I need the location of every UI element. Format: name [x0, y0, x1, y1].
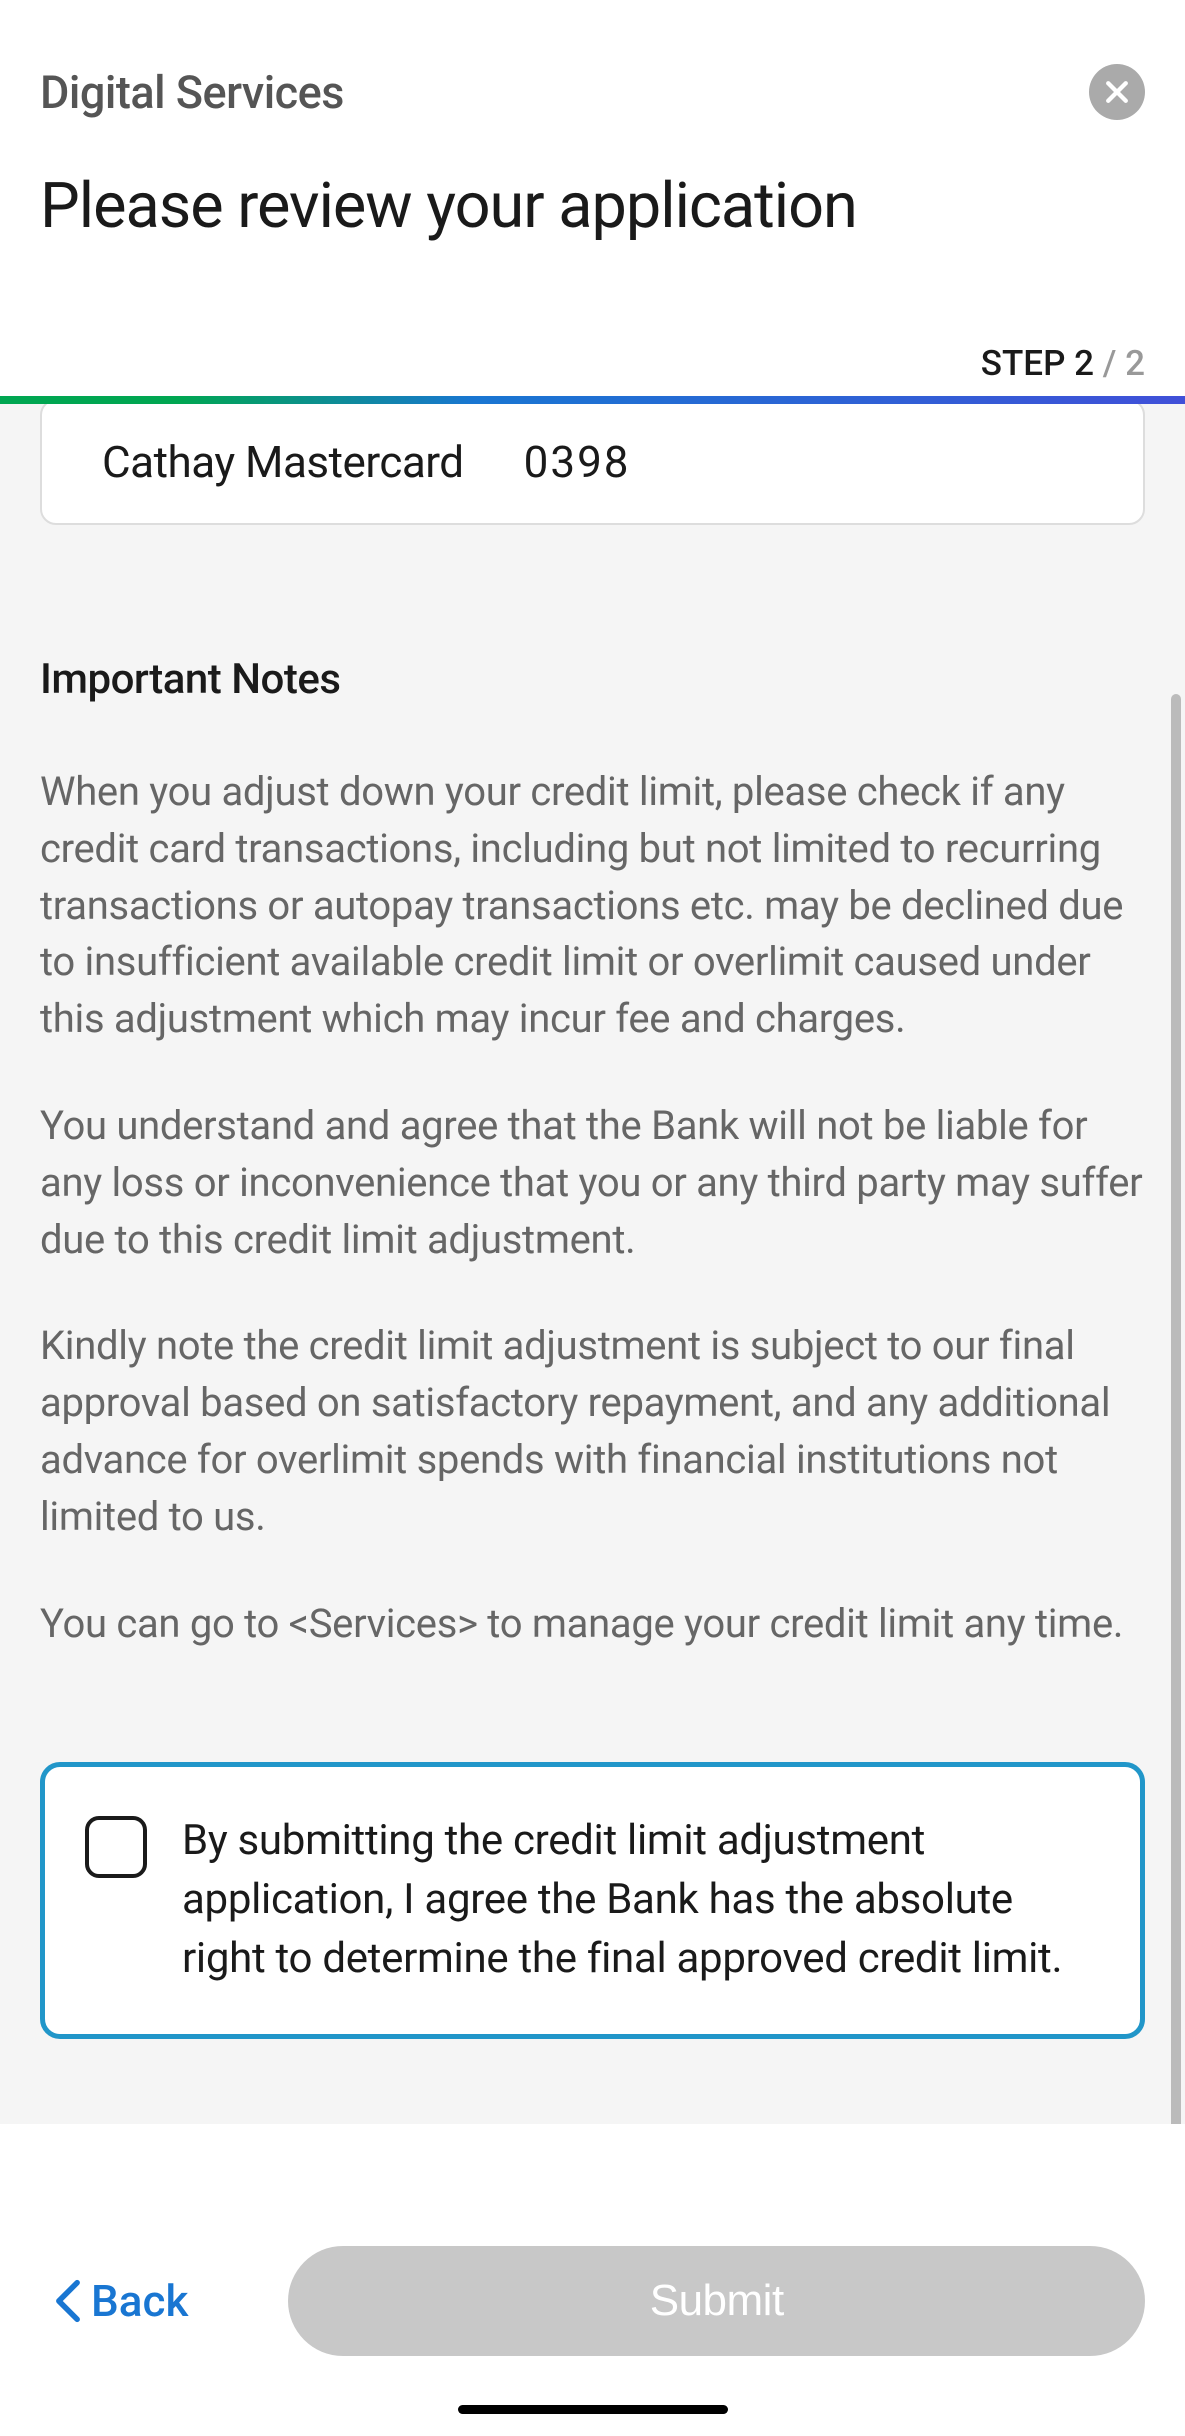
- header: Digital Services Please review your appl…: [0, 0, 1185, 343]
- notes-paragraph-3: Kindly note the credit limit adjustment …: [40, 1318, 1145, 1545]
- agreement-box: By submitting the credit limit adjustmen…: [40, 1762, 1145, 2038]
- step-total: 2: [1125, 343, 1145, 384]
- agreement-text: By submitting the credit limit adjustmen…: [182, 1812, 1100, 1988]
- content-area: Cathay Mastercard 0398 Important Notes W…: [0, 404, 1185, 2124]
- chevron-left-icon: [55, 2279, 81, 2323]
- card-last-digits: 0398: [524, 436, 631, 488]
- step-separator: /: [1094, 343, 1125, 384]
- header-top-row: Digital Services: [40, 64, 1145, 120]
- service-label: Digital Services: [40, 66, 344, 119]
- close-icon: [1102, 77, 1132, 107]
- important-notes-section: Important Notes When you adjust down you…: [40, 655, 1145, 1652]
- step-indicator: STEP 2 / 2: [0, 343, 1185, 384]
- back-label: Back: [91, 2275, 188, 2327]
- notes-paragraph-4: You can go to <Services> to manage your …: [40, 1596, 1145, 1653]
- progress-bar: [0, 396, 1185, 404]
- submit-button[interactable]: Submit: [288, 2246, 1145, 2356]
- footer: Back Submit: [0, 2186, 1185, 2436]
- card-name: Cathay Mastercard: [102, 436, 464, 488]
- notes-paragraph-2: You understand and agree that the Bank w…: [40, 1098, 1145, 1268]
- home-indicator: [458, 2405, 728, 2414]
- scrollbar[interactable]: [1171, 694, 1181, 2124]
- close-button[interactable]: [1089, 64, 1145, 120]
- agreement-checkbox[interactable]: [85, 1816, 147, 1878]
- step-label: STEP: [981, 343, 1066, 384]
- page-title: Please review your application: [40, 170, 1145, 243]
- card-info-box: Cathay Mastercard 0398: [40, 404, 1145, 525]
- notes-paragraph-1: When you adjust down your credit limit, …: [40, 764, 1145, 1048]
- notes-heading: Important Notes: [40, 655, 1145, 704]
- back-button[interactable]: Back: [40, 2275, 188, 2327]
- step-current: 2: [1074, 343, 1094, 384]
